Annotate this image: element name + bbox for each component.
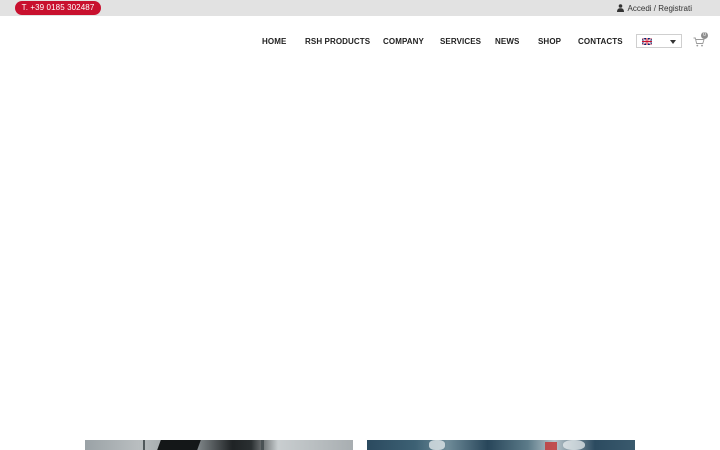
caret-down-icon xyxy=(670,40,676,44)
language-selector[interactable] xyxy=(636,34,682,48)
image-detail xyxy=(157,440,201,450)
nav-menu: HOME RSH PRODUCTS COMPANY SERVICES NEWS … xyxy=(0,37,720,47)
product-image-right[interactable] xyxy=(367,440,635,450)
hero-section xyxy=(0,66,720,440)
nav-item-news[interactable]: NEWS xyxy=(495,37,519,47)
cart-count-badge: 0 xyxy=(701,32,708,39)
main-navigation: HOME RSH PRODUCTS COMPANY SERVICES NEWS … xyxy=(0,16,720,66)
account-login-link[interactable]: Accedi / Registrati xyxy=(616,0,692,16)
top-bar: T. +39 0185 302487 Accedi / Registrati xyxy=(0,0,720,16)
image-detail xyxy=(261,440,264,450)
nav-item-contacts[interactable]: CONTACTS xyxy=(578,37,623,47)
nav-item-home[interactable]: HOME xyxy=(262,37,286,47)
image-detail xyxy=(143,440,145,450)
nav-item-shop[interactable]: SHOP xyxy=(538,37,561,47)
product-image-left[interactable] xyxy=(85,440,353,450)
uk-flag-icon xyxy=(642,38,652,45)
cart-button[interactable]: 0 xyxy=(693,32,709,47)
phone-number-badge[interactable]: T. +39 0185 302487 xyxy=(15,1,101,15)
nav-item-rsh-products[interactable]: RSH PRODUCTS xyxy=(305,37,370,47)
image-detail xyxy=(429,440,445,450)
nav-item-company[interactable]: COMPANY xyxy=(383,37,424,47)
nav-item-services[interactable]: SERVICES xyxy=(440,37,481,47)
image-detail xyxy=(545,442,557,450)
user-icon xyxy=(616,4,624,12)
account-login-label: Accedi / Registrati xyxy=(627,3,692,13)
image-detail xyxy=(563,440,585,450)
